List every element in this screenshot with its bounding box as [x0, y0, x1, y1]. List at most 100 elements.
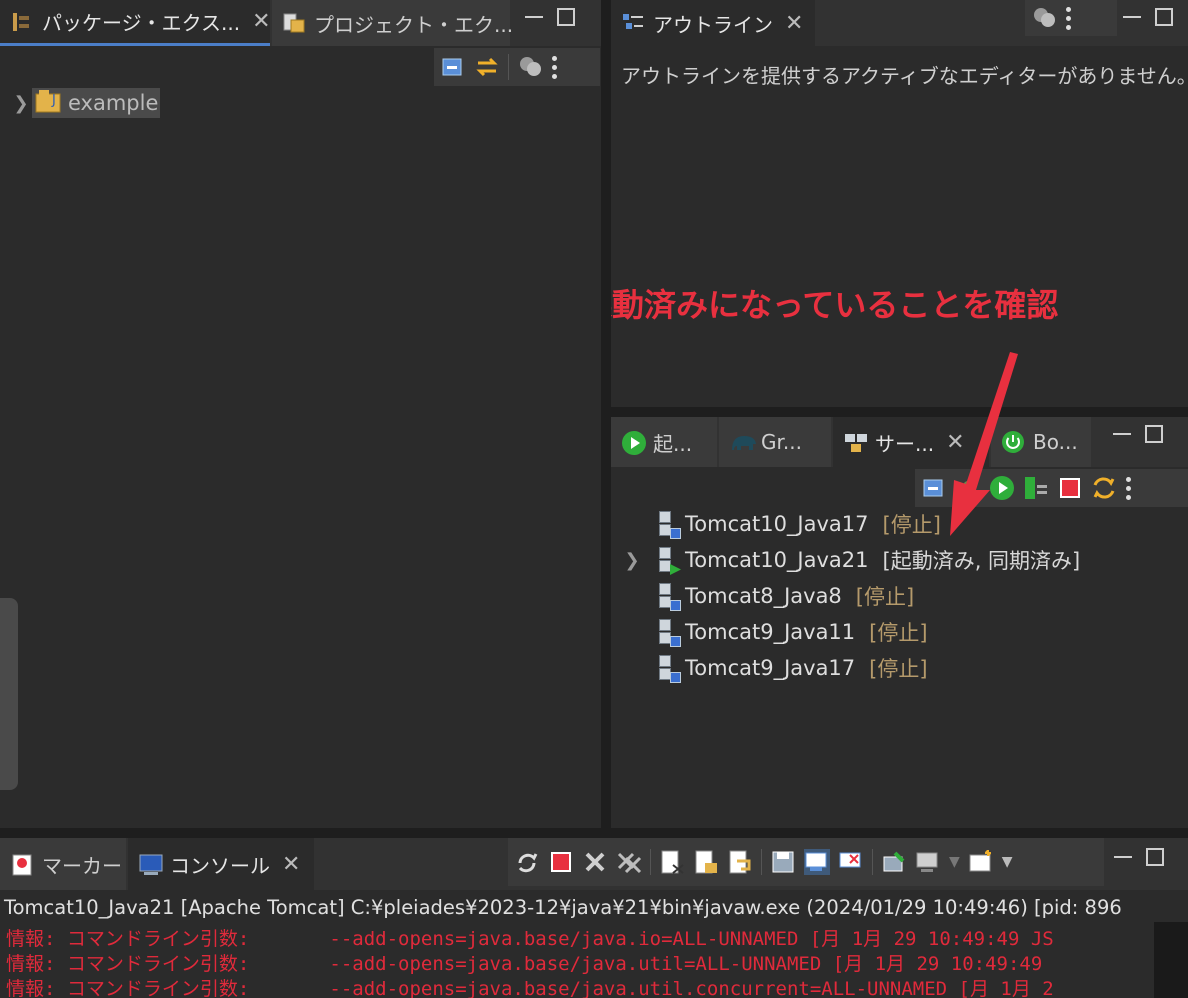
close-icon[interactable]: ✕ — [785, 11, 803, 36]
terminate-icon[interactable] — [548, 849, 574, 875]
tab-project-explorer-label: プロジェクト・エク... — [314, 12, 514, 37]
tree-item-example[interactable]: ❯ J example — [10, 86, 161, 120]
console-view: マーカー コンソール ✕ ▼ ▼ Tomcat10_Java21 [Apache… — [0, 838, 1188, 998]
chevron-down-icon[interactable]: ▼ — [1002, 854, 1013, 870]
word-wrap-icon[interactable] — [727, 849, 753, 875]
minimize-icon[interactable] — [1114, 840, 1132, 858]
minimize-icon[interactable] — [1113, 417, 1131, 435]
server-name: Tomcat9_Java11 — [685, 620, 856, 644]
server-item[interactable]: Tomcat10_Java17 [停止] — [621, 507, 941, 541]
markers-icon — [10, 852, 34, 876]
tab-markers[interactable]: マーカー — [0, 838, 126, 890]
minimize-icon[interactable] — [1123, 0, 1141, 18]
annotation-arrow — [950, 352, 1018, 536]
restart-icon[interactable] — [514, 849, 540, 875]
package-explorer-toolbar — [434, 48, 600, 86]
gradle-elephant-icon — [729, 430, 756, 454]
chevron-right-icon[interactable]: ❯ — [10, 93, 32, 114]
maximize-icon[interactable] — [1145, 425, 1163, 443]
scrollbar[interactable] — [0, 598, 18, 790]
filters-icon[interactable] — [517, 54, 543, 80]
servers-icon — [843, 430, 867, 454]
stop-server-icon[interactable] — [1057, 475, 1083, 501]
tab-gradle[interactable]: Gr... — [719, 417, 831, 467]
tab-launch[interactable]: 起... — [611, 417, 717, 467]
close-icon[interactable]: ✕ — [282, 852, 300, 877]
outline-empty-message: アウトラインを提供するアクティブなエディターがありません。 — [621, 64, 1188, 88]
console-tabbar: マーカー コンソール ✕ ▼ ▼ — [0, 838, 1188, 890]
open-console-icon[interactable] — [968, 849, 994, 875]
pin-console-icon[interactable] — [881, 849, 907, 875]
server-state: [起動済み, 同期済み] — [882, 549, 1081, 573]
view-menu-icon[interactable] — [1065, 6, 1071, 30]
server-name: Tomcat9_Java17 — [685, 656, 856, 680]
package-explorer-icon — [10, 10, 34, 34]
show-on-stdout-toggle-icon[interactable] — [804, 849, 830, 875]
scrollbar[interactable] — [1154, 922, 1188, 998]
maximize-icon[interactable] — [557, 8, 575, 26]
tab-outline-label: アウトライン — [653, 12, 773, 37]
toolbar-separator — [872, 849, 873, 875]
server-icon — [655, 545, 681, 575]
annotation-text: 起動済みになっていることを確認 — [611, 286, 1059, 324]
server-state: [停止] — [869, 621, 928, 645]
toolbar-separator — [508, 54, 509, 80]
outline-toolbar — [1025, 0, 1117, 36]
tab-outline[interactable]: アウトライン ✕ — [611, 0, 815, 46]
tab-package-explorer-label: パッケージ・エクス... — [42, 11, 241, 35]
console-icon — [138, 852, 163, 876]
toolbar-separator — [761, 849, 762, 875]
maximize-icon[interactable] — [1146, 848, 1164, 866]
remove-launch-icon[interactable] — [582, 849, 608, 875]
server-state: [停止] — [855, 585, 915, 609]
maximize-icon[interactable] — [1155, 8, 1173, 26]
run-icon — [621, 430, 646, 455]
outline-view: アウトライン ✕ アウトラインを提供するアクティブなエディターがありません。 起… — [611, 0, 1188, 407]
toolbar-separator — [650, 849, 651, 875]
chevron-right-icon[interactable]: ❯ — [621, 550, 643, 571]
server-item[interactable]: Tomcat8_Java8 [停止] — [621, 579, 914, 613]
server-name: Tomcat10_Java21 — [685, 548, 869, 572]
console-line: 情報: コマンドライン引数: --add-opens=java.base/jav… — [6, 978, 1054, 998]
tab-markers-label: マーカー — [42, 853, 122, 878]
package-explorer-tabbar: パッケージ・エクス... ✕ プロジェクト・エク... — [0, 0, 601, 46]
outline-tabbar: アウトライン ✕ — [611, 0, 1188, 46]
show-on-stdout-icon[interactable] — [770, 849, 796, 875]
publish-icon[interactable] — [1091, 475, 1117, 501]
tab-console[interactable]: コンソール ✕ — [128, 838, 314, 890]
package-explorer-view: パッケージ・エクス... ✕ プロジェクト・エク... ❯ J example — [0, 0, 601, 828]
server-item[interactable]: ❯ Tomcat10_Java21 [起動済み, 同期済み] — [621, 543, 1080, 577]
svg-text:J: J — [51, 93, 56, 108]
collapse-all-icon[interactable] — [440, 54, 466, 80]
tab-servers-label: サー... — [875, 431, 935, 456]
server-item[interactable]: Tomcat9_Java11 [停止] — [621, 615, 928, 649]
console-header: Tomcat10_Java21 [Apache Tomcat] C:¥pleia… — [4, 896, 1122, 919]
close-icon[interactable]: ✕ — [252, 9, 270, 34]
server-name: Tomcat10_Java17 — [685, 512, 869, 536]
tree-item-label: example — [68, 91, 159, 115]
server-state: [停止] — [869, 657, 928, 681]
console-line: 情報: コマンドライン引数: --add-opens=java.base/jav… — [6, 953, 1054, 975]
outline-icon — [621, 11, 645, 35]
clear-console-icon[interactable] — [659, 849, 685, 875]
link-with-editor-icon[interactable] — [474, 54, 500, 80]
tab-gradle-label: Gr... — [761, 430, 802, 454]
project-explorer-icon — [282, 11, 306, 35]
chevron-down-icon[interactable]: ▼ — [949, 854, 960, 870]
server-icon — [655, 509, 681, 539]
servers-tabbar: 起... Gr... サー... ✕ Bo... — [611, 417, 1188, 467]
server-item[interactable]: Tomcat9_Java17 [停止] — [621, 651, 928, 685]
show-on-stderr-icon[interactable] — [838, 849, 864, 875]
filters-icon[interactable] — [1031, 5, 1057, 31]
scroll-lock-icon[interactable] — [693, 849, 719, 875]
server-icon — [655, 617, 681, 647]
display-console-icon[interactable] — [915, 849, 941, 875]
console-line: 情報: コマンドライン引数: --add-opens=java.base/jav… — [6, 928, 1054, 950]
tab-project-explorer[interactable]: プロジェクト・エク... — [272, 0, 514, 46]
minimize-icon[interactable] — [525, 0, 543, 18]
remove-all-terminated-icon[interactable] — [616, 849, 642, 875]
view-menu-icon[interactable] — [551, 55, 557, 79]
view-menu-icon[interactable] — [1125, 476, 1131, 500]
servers-view: 起... Gr... サー... ✕ Bo... Tomcat10_Java17… — [611, 417, 1188, 828]
tab-package-explorer[interactable]: パッケージ・エクス... ✕ — [0, 0, 271, 46]
